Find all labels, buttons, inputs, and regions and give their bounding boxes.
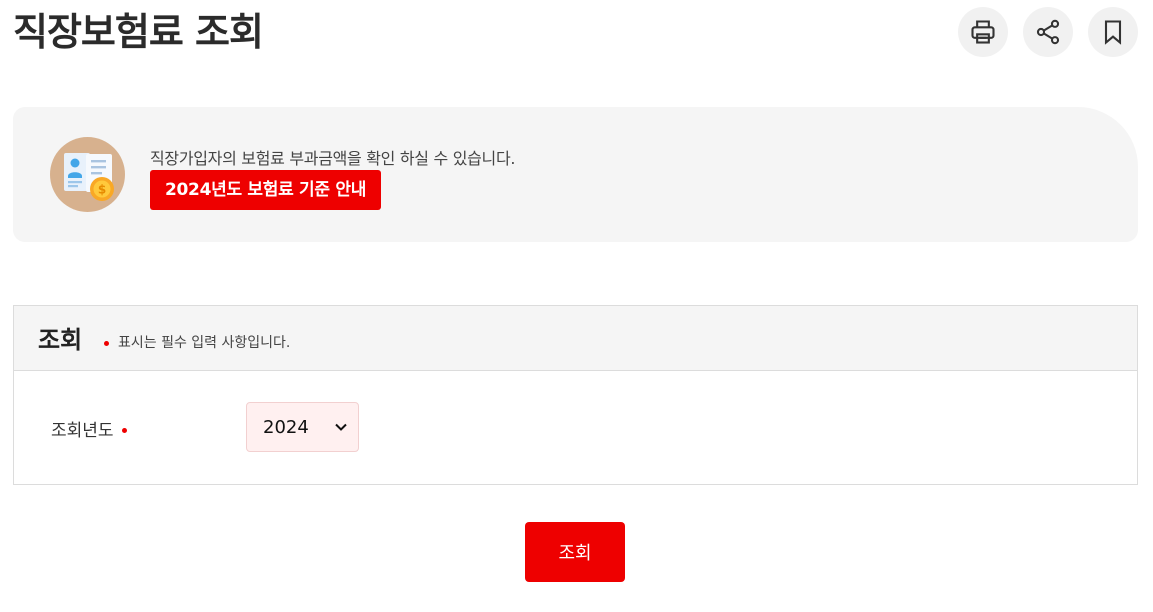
share-button[interactable]: [1023, 7, 1073, 57]
svg-text:$: $: [98, 183, 106, 197]
bookmark-icon: [1104, 20, 1122, 45]
print-button[interactable]: [958, 7, 1008, 57]
required-note: 표시는 필수 입력 사항입니다.: [104, 332, 290, 352]
required-note-text: 표시는 필수 입력 사항입니다.: [118, 335, 291, 351]
printer-icon: [971, 20, 995, 44]
lookup-submit-button[interactable]: 조회: [525, 522, 625, 582]
chevron-down-icon: [335, 423, 347, 431]
share-icon: [1036, 19, 1060, 45]
guide-link-button[interactable]: 2024년도 보험료 기준 안내: [150, 170, 382, 210]
year-select-value: 2024: [263, 416, 309, 438]
page-actions: [958, 7, 1138, 57]
year-label-text: 조회년도: [51, 421, 114, 441]
bookmark-button[interactable]: [1088, 7, 1138, 57]
required-dot-icon: [104, 340, 109, 346]
info-description: 직장가입자의 보험료 부과금액을 확인 하실 수 있습니다.: [150, 149, 516, 168]
lookup-form: 조회 표시는 필수 입력 사항입니다. 조회년도 2024: [13, 305, 1138, 485]
insurance-document-coin-icon: $: [50, 137, 125, 212]
year-select[interactable]: 2024: [246, 402, 359, 452]
year-label: 조회년도: [51, 416, 127, 441]
form-title: 조회: [38, 326, 83, 354]
required-dot-icon: [121, 428, 127, 433]
year-row: 조회년도 2024: [14, 371, 1137, 484]
page-title: 직장보험료 조회: [13, 10, 264, 54]
form-header: 조회 표시는 필수 입력 사항입니다.: [14, 306, 1137, 371]
info-banner: $ 직장가입자의 보험료 부과금액을 확인 하실 수 있습니다. 2024년도 …: [13, 107, 1138, 242]
